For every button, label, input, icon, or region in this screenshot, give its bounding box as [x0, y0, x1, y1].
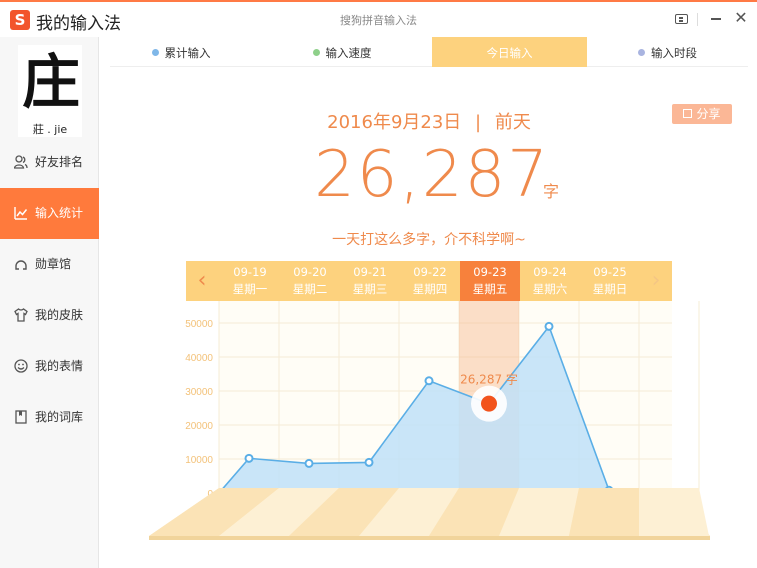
data-point: [244, 453, 254, 463]
y-tick-label: 20000: [185, 421, 213, 432]
data-point: [424, 376, 434, 386]
y-tick-label: 10000: [185, 455, 213, 466]
y-tick-label: 40000: [185, 353, 213, 364]
y-tick-label: 30000: [185, 387, 213, 398]
chart-floor-tile: [569, 488, 639, 536]
highlight-value-label: 26,287 字: [460, 372, 518, 387]
chart-floor-edge: [149, 536, 710, 540]
data-point: [304, 458, 314, 468]
highlight-point: [481, 395, 497, 412]
daily-input-chart: 5000040000300002000010000026,287 字: [149, 301, 710, 540]
y-tick-label: 50000: [185, 319, 213, 330]
data-point: [544, 321, 554, 331]
chart-floor-tile: [639, 488, 709, 536]
data-point: [364, 457, 374, 467]
